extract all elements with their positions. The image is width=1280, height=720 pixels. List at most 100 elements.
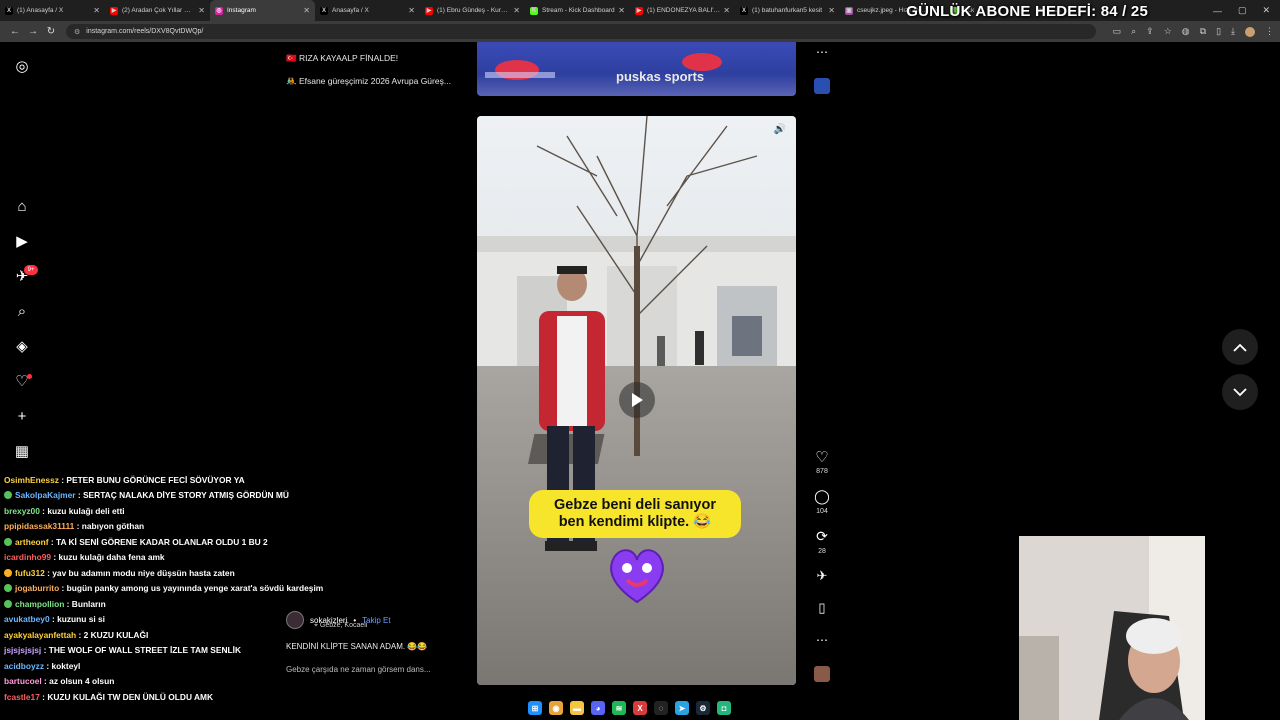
share-send-icon[interactable]: ✈ bbox=[812, 568, 832, 584]
browser-tab-title: (2) Aradan Çok Yıllar Geçti bbox=[122, 7, 196, 14]
menu-kebab-icon[interactable]: ⋮ bbox=[1265, 26, 1274, 37]
share-icon[interactable]: ⇪ bbox=[1146, 26, 1154, 37]
chat-username[interactable]: icardinho99 bbox=[4, 552, 51, 562]
browser-tab[interactable]: ◎ Instagram ✕ bbox=[210, 0, 315, 21]
profile-avatar[interactable] bbox=[1245, 26, 1255, 37]
forward-icon[interactable]: → bbox=[24, 26, 42, 37]
chat-username[interactable]: jsjsjsjsjsj bbox=[4, 645, 41, 655]
previous-reel-video[interactable]: puskas sports bbox=[477, 42, 796, 96]
dashboard-icon[interactable]: ▦ bbox=[13, 442, 31, 460]
extension-icon[interactable]: ◍ bbox=[1182, 26, 1190, 37]
previous-more-icon[interactable]: ⋯ bbox=[812, 45, 832, 59]
back-icon[interactable]: ← bbox=[6, 26, 24, 37]
sidepanel-icon[interactable]: ▯ bbox=[1216, 26, 1221, 37]
minimize-icon[interactable]: — bbox=[1213, 6, 1222, 16]
search-icon[interactable]: ⌕ bbox=[13, 302, 31, 320]
chat-username[interactable]: fufu312 bbox=[15, 568, 45, 578]
chat-text: kuzu kulağı daha fena amk bbox=[58, 552, 165, 563]
previous-reel-title: 🇹🇷 RIZA KAYAALP FİNALDE! bbox=[286, 53, 399, 63]
audio-thumbnail[interactable] bbox=[812, 666, 832, 682]
file-explorer-icon[interactable]: ▬ bbox=[570, 701, 584, 715]
chat-text: az olsun 4 olsun bbox=[49, 676, 115, 687]
browser-tab[interactable]: X Anasayfa / X ✕ bbox=[315, 0, 420, 21]
close-tab-icon[interactable]: ✕ bbox=[198, 6, 205, 15]
chat-username[interactable]: champollion bbox=[15, 599, 64, 609]
chat-username[interactable]: SakolpaKajmer bbox=[15, 490, 76, 500]
discord-icon[interactable]: ◕ bbox=[591, 701, 605, 715]
subscriber-goal-overlay: GÜNLÜK ABONE HEDEFİ: 84 / 25 bbox=[906, 3, 1148, 20]
chat-username[interactable]: bartucoel bbox=[4, 676, 42, 686]
chat-username[interactable]: ppipidassak31111 bbox=[4, 521, 74, 531]
chat-username[interactable]: fcastle17 bbox=[4, 692, 40, 702]
x-logo-icon: X bbox=[740, 6, 748, 15]
close-tab-icon[interactable]: ✕ bbox=[828, 6, 835, 15]
explore-icon[interactable]: ◈ bbox=[13, 337, 31, 355]
previous-reel-caption[interactable]: 🤼 Efsane güreşçimiz 2026 Avrupa Güreş... bbox=[286, 76, 451, 87]
close-tab-icon[interactable]: ✕ bbox=[93, 6, 100, 15]
app-icon[interactable]: ◘ bbox=[717, 701, 731, 715]
chat-username[interactable]: brexyz00 bbox=[4, 506, 40, 516]
maximize-icon[interactable]: ▢ bbox=[1238, 5, 1247, 16]
like-icon[interactable]: ♡ bbox=[812, 448, 832, 466]
video-caption-line1: Gebze beni deli sanıyor bbox=[554, 497, 716, 513]
chat-username[interactable]: ayakyalayanfettah bbox=[4, 630, 76, 640]
chat-username[interactable]: acidboyzz bbox=[4, 661, 44, 671]
browser-tab[interactable]: X (1) Anasayfa / X ✕ bbox=[0, 0, 105, 21]
reel-video[interactable]: 🔊 Gebze beni deli sanıyor ben kendimi kl… bbox=[477, 116, 796, 685]
extensions-puzzle-icon[interactable]: ⧉ bbox=[1200, 26, 1206, 37]
previous-reel-button[interactable] bbox=[1222, 329, 1258, 365]
home-icon[interactable]: ⌂ bbox=[13, 197, 31, 215]
browser-tab[interactable]: ▶ (2) Aradan Çok Yıllar Geçti ✕ bbox=[105, 0, 210, 21]
windows-start-icon[interactable]: ⊞ bbox=[528, 701, 542, 715]
browser-tab[interactable]: ▶ (1) ENDONEZYA BALI'BU ✕ bbox=[630, 0, 735, 21]
chat-text: bugün panky among us yayınında yenge xar… bbox=[66, 583, 324, 594]
chat-text: kuzunu si si bbox=[57, 614, 106, 625]
instagram-logo-icon[interactable]: ◎ bbox=[13, 57, 31, 75]
next-reel-button[interactable] bbox=[1222, 374, 1258, 410]
speaker-icon[interactable]: 🔊 bbox=[774, 124, 786, 135]
close-tab-icon[interactable]: ✕ bbox=[723, 6, 730, 15]
close-tab-icon[interactable]: ✕ bbox=[618, 6, 625, 15]
chat-text: THE WOLF OF WALL STREET İZLE TAM SENLİK bbox=[48, 645, 242, 656]
chat-separator: : bbox=[76, 629, 84, 640]
chrome-icon[interactable]: ◉ bbox=[549, 701, 563, 715]
close-tab-icon[interactable]: ✕ bbox=[408, 6, 415, 15]
zoom-icon[interactable]: ⌕ bbox=[1131, 26, 1136, 37]
window-controls: — ▢ ✕ bbox=[1213, 0, 1280, 21]
obs-icon[interactable]: ◌ bbox=[654, 701, 668, 715]
browser-tab[interactable]: ▶ (1) Ebru Gündeş - Kurşun ✕ bbox=[420, 0, 525, 21]
previous-audio-thumb[interactable] bbox=[812, 78, 832, 94]
create-icon[interactable]: + bbox=[13, 407, 31, 425]
reels-icon[interactable]: ▶ bbox=[13, 232, 31, 250]
repost-icon[interactable]: ⟳ bbox=[812, 528, 832, 545]
site-info-icon[interactable]: ⚙ bbox=[74, 28, 80, 36]
chat-username[interactable]: OsimhEnessz bbox=[4, 475, 59, 485]
chat-username[interactable]: avukatbey0 bbox=[4, 614, 50, 624]
cast-icon[interactable]: ▭ bbox=[1113, 26, 1122, 37]
close-tab-icon[interactable]: ✕ bbox=[303, 6, 310, 15]
x-app-icon[interactable]: X bbox=[633, 701, 647, 715]
steam-icon[interactable]: ⚙ bbox=[696, 701, 710, 715]
chat-badge-icon bbox=[4, 491, 12, 500]
bookmark-star-icon[interactable]: ☆ bbox=[1164, 26, 1172, 37]
browser-tab[interactable]: X (1) batuhanfurkan5 kesit ✕ bbox=[735, 0, 840, 21]
spotify-icon[interactable]: ≋ bbox=[612, 701, 626, 715]
downloads-icon[interactable]: ⤓ bbox=[1231, 26, 1235, 37]
repost-count: 28 bbox=[818, 548, 826, 555]
telegram-icon[interactable]: ➤ bbox=[675, 701, 689, 715]
save-bookmark-icon[interactable]: ▯ bbox=[812, 600, 832, 616]
more-options-icon[interactable]: ⋯ bbox=[812, 633, 832, 647]
play-button[interactable] bbox=[619, 382, 655, 418]
chat-username[interactable]: jogaburrito bbox=[15, 583, 59, 593]
close-window-icon[interactable]: ✕ bbox=[1262, 5, 1270, 16]
browser-tab[interactable]: K Stream - Kick Dashboard ✕ bbox=[525, 0, 630, 21]
messages-badge: 9+ bbox=[24, 265, 38, 275]
close-tab-icon[interactable]: ✕ bbox=[513, 6, 520, 15]
play-icon bbox=[632, 393, 643, 407]
reload-icon[interactable]: ↻ bbox=[42, 26, 60, 37]
chat-message: avukatbey0 : kuzunu si si bbox=[0, 612, 330, 628]
comment-icon[interactable]: ◯ bbox=[812, 488, 832, 505]
url-field[interactable]: ⚙ instagram.com/reels/DXV8QvtDWQp/ bbox=[66, 24, 1096, 39]
chat-username[interactable]: artheonf bbox=[15, 537, 49, 547]
youtube-icon: ▶ bbox=[110, 6, 118, 15]
